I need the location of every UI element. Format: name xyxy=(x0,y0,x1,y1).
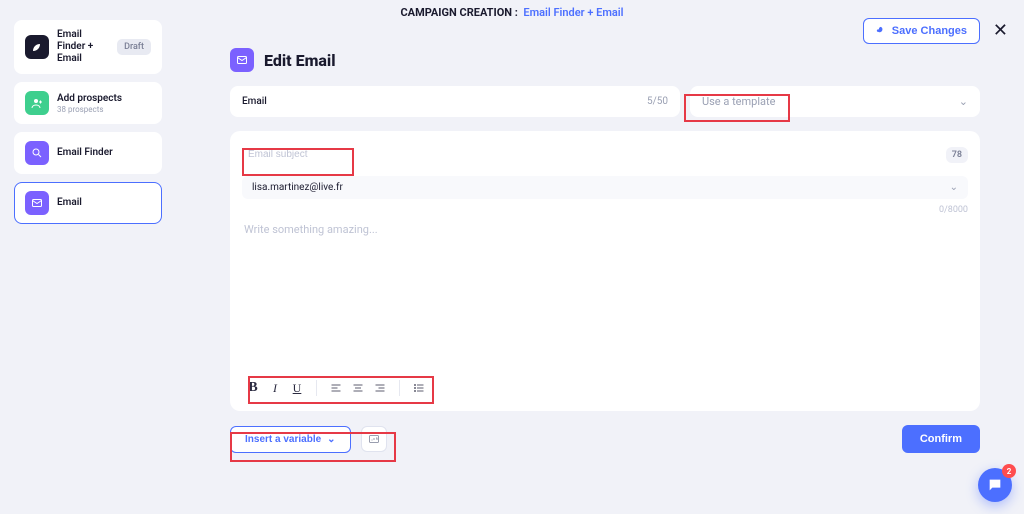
italic-button[interactable]: I xyxy=(264,377,286,399)
list-button[interactable] xyxy=(408,377,430,399)
step-name-count: 5/50 xyxy=(647,96,668,107)
main-panel: Edit Email Email 5/50 Use a template ⌄ 7… xyxy=(230,48,980,502)
insert-gif-button[interactable] xyxy=(361,426,387,452)
chevron-down-icon: ⌄ xyxy=(959,95,968,108)
chat-badge: 2 xyxy=(1002,464,1016,478)
sidebar-item-label: Email Finder + Email xyxy=(57,29,109,65)
leaf-icon xyxy=(25,35,49,59)
template-placeholder: Use a template xyxy=(702,95,775,108)
sidebar-item-email[interactable]: Email xyxy=(14,182,162,224)
email-editor: 78 lisa.martinez@live.fr ⌄ 0/8000 B I U xyxy=(230,131,980,411)
header-campaign-link[interactable]: Email Finder + Email xyxy=(523,6,623,19)
step-name-field[interactable]: Email 5/50 xyxy=(230,86,680,117)
page-title: Edit Email xyxy=(264,51,336,70)
save-changes-button[interactable]: Save Changes xyxy=(863,18,980,44)
confirm-button[interactable]: Confirm xyxy=(902,425,980,453)
subject-input[interactable] xyxy=(242,141,938,168)
align-left-button[interactable] xyxy=(325,377,347,399)
draft-badge: Draft xyxy=(117,39,151,55)
mail-icon xyxy=(25,191,49,215)
body-textarea[interactable] xyxy=(242,217,968,371)
mail-icon xyxy=(230,48,254,72)
sidebar-item-sub: 38 prospects xyxy=(57,105,151,114)
header-prefix: CAMPAIGN CREATION : xyxy=(400,6,517,19)
confirm-label: Confirm xyxy=(920,433,962,445)
align-center-button[interactable] xyxy=(347,377,369,399)
format-toolbar: B I U xyxy=(242,377,968,399)
step-name-value: Email xyxy=(242,96,647,107)
search-icon xyxy=(25,141,49,165)
toolbar-separator xyxy=(399,380,400,396)
underline-button[interactable]: U xyxy=(286,377,308,399)
chevron-down-icon: ⌄ xyxy=(327,434,335,445)
save-changes-label: Save Changes xyxy=(892,25,967,37)
body-char-count: 0/8000 xyxy=(242,205,968,215)
subject-count-badge: 78 xyxy=(946,147,968,163)
insert-variable-label: Insert a variable xyxy=(245,434,321,445)
sidebar-item-email-finder[interactable]: Email Finder xyxy=(14,132,162,174)
from-email-select[interactable]: lisa.martinez@live.fr ⌄ xyxy=(242,176,968,199)
template-select[interactable]: Use a template ⌄ xyxy=(690,86,980,117)
chat-launcher[interactable]: 2 xyxy=(978,468,1012,502)
toolbar-separator xyxy=(316,380,317,396)
insert-variable-button[interactable]: Insert a variable ⌄ xyxy=(230,426,351,453)
close-icon[interactable]: ✕ xyxy=(993,20,1008,41)
save-icon xyxy=(876,26,886,36)
align-right-button[interactable] xyxy=(369,377,391,399)
sidebar-item-label: Email Finder xyxy=(57,147,151,159)
sidebar-item-campaign[interactable]: Email Finder + Email Draft xyxy=(14,20,162,74)
sidebar-item-label: Add prospects xyxy=(57,93,151,105)
sidebar: Email Finder + Email Draft Add prospects… xyxy=(14,20,162,224)
from-email-value: lisa.martinez@live.fr xyxy=(252,182,343,193)
chevron-down-icon: ⌄ xyxy=(950,182,958,193)
sidebar-item-label: Email xyxy=(57,197,151,209)
add-user-icon xyxy=(25,91,49,115)
bold-button[interactable]: B xyxy=(242,377,264,399)
sidebar-item-prospects[interactable]: Add prospects 38 prospects xyxy=(14,82,162,124)
